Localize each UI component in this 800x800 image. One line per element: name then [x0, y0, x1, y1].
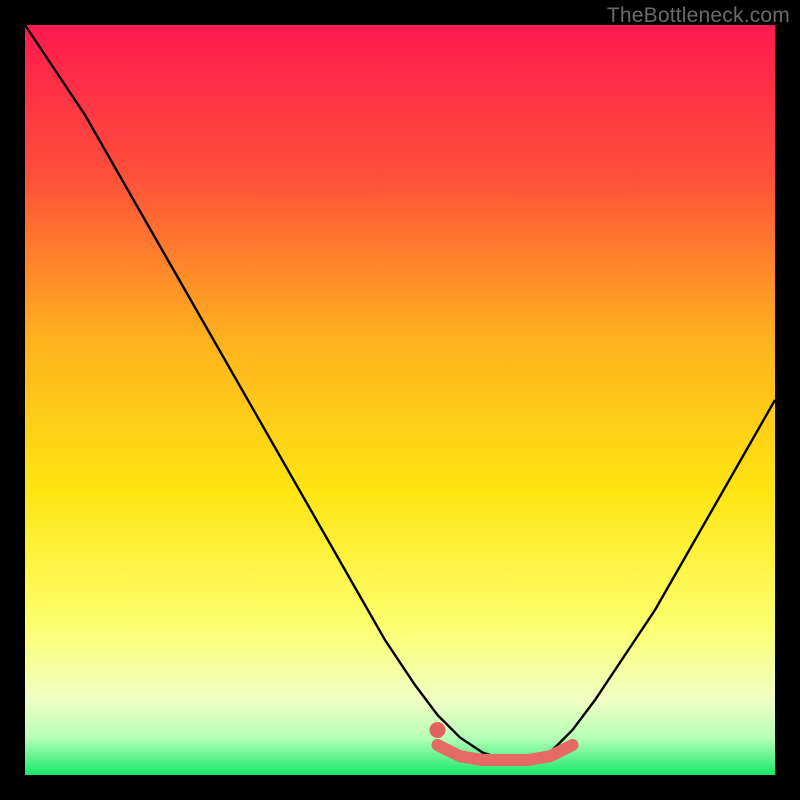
chart-frame [25, 25, 775, 775]
bottleneck-chart [25, 25, 775, 775]
marker-dot [430, 722, 446, 738]
watermark-text: TheBottleneck.com [607, 4, 790, 28]
